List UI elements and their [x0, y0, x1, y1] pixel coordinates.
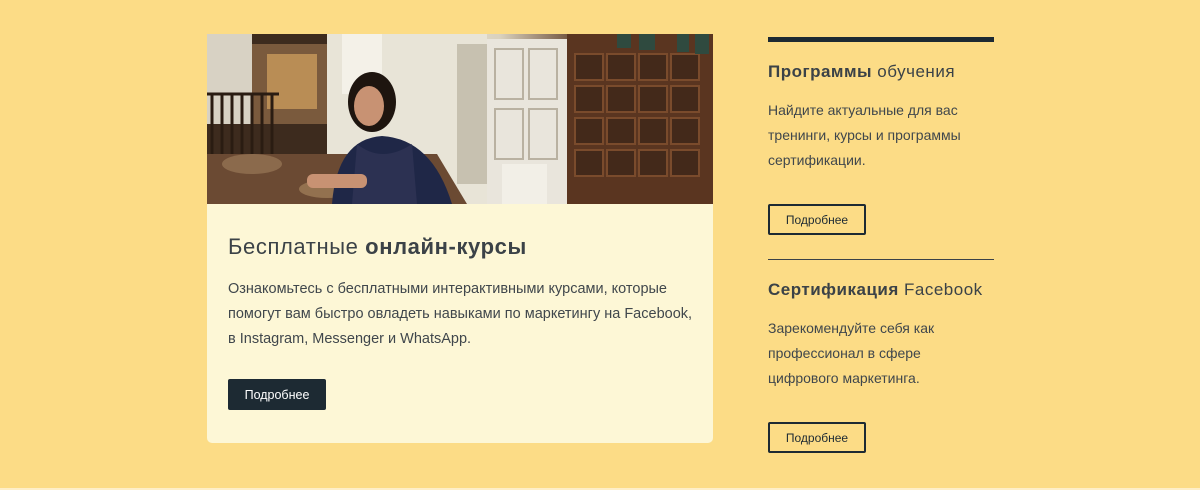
workshop-photo: [207, 34, 713, 204]
certification-title-regular: Facebook: [898, 280, 983, 299]
certification-title: Сертификация Facebook: [768, 279, 983, 301]
featured-title-regular: Бесплатные: [228, 234, 366, 259]
featured-title: Бесплатные онлайн-курсы: [228, 232, 692, 262]
programs-description: Найдите актуальные для вас тренинги, кур…: [768, 102, 961, 168]
programs-title: Программы обучения: [768, 61, 955, 83]
certification-learn-more-button[interactable]: Подробнее: [768, 422, 866, 453]
sidebar-top-rule: [768, 37, 994, 42]
programs-title-bold: Программы: [768, 62, 873, 81]
programs-title-regular: обучения: [872, 62, 956, 81]
sidebar-divider: [768, 259, 994, 260]
featured-title-bold: онлайн-курсы: [365, 234, 527, 259]
sidebar: Программы обучения Найдите актуальные дл…: [768, 37, 994, 453]
certification-title-bold: Сертификация: [768, 280, 899, 299]
certification-description: Зарекомендуйте себя как профессионал в с…: [768, 320, 935, 386]
featured-description: Ознакомьтесь с бесплатными интерактивным…: [228, 281, 693, 347]
featured-learn-more-button[interactable]: Подробнее: [228, 379, 326, 410]
featured-course-card: Бесплатные онлайн-курсы Ознакомьтесь с б…: [207, 34, 713, 443]
programs-learn-more-button[interactable]: Подробнее: [768, 204, 866, 235]
